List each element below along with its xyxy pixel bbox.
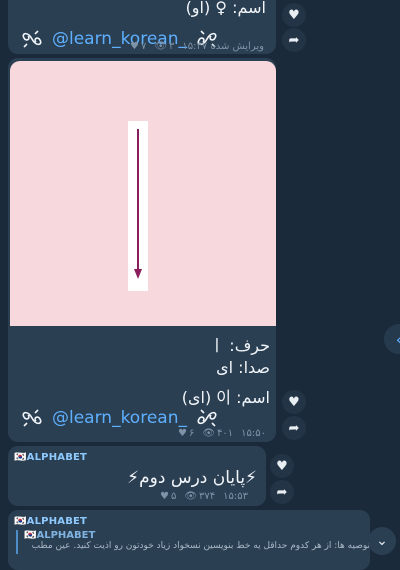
heart-icon: ♥ — [288, 7, 300, 23]
forward-button[interactable]: ➦ — [282, 416, 306, 440]
lesson-image[interactable] — [10, 61, 276, 326]
chevron-left-icon: ‹ — [396, 330, 400, 349]
heart-icon: ♥ — [288, 394, 300, 410]
likes-count: ♥ ۵ — [160, 491, 177, 502]
message-text: ⚡پایان درس دوم⚡ — [127, 468, 257, 488]
react-heart-button[interactable]: ♥ — [282, 3, 306, 27]
message-meta: ♥ ۷ 👁 ۳ ویرایش شده ۱۵:۴۷ — [130, 41, 264, 52]
sound-line: صدا: ای — [216, 358, 270, 377]
views-count: 👁 ۳۷۴ — [184, 491, 216, 502]
letter-line: حرف: ㅣ — [209, 336, 270, 355]
message-text: اسم: ♀ (او) — [185, 0, 266, 17]
message-time: ۱۵:۵۳ — [223, 491, 249, 502]
likes-count: ♥ ۶ — [178, 428, 195, 439]
likes-count: ♥ ۷ — [130, 41, 147, 52]
letter-stroke-card — [128, 121, 148, 291]
eye-icon: 👁 — [184, 491, 198, 502]
quote-text: توصیه ها: از هر کدوم حداقل یه خط بنویسین… — [31, 541, 370, 551]
views-count: 👁 ۳ — [154, 41, 175, 52]
message-time: ۱۵:۵۰ — [241, 428, 267, 439]
share-icon: ➦ — [288, 420, 300, 436]
forward-button[interactable]: ➦ — [282, 28, 306, 52]
heart-icon: ♥ — [178, 428, 187, 439]
heart-icon: ♥ — [160, 491, 169, 502]
flourish-icon — [22, 409, 42, 427]
heart-icon: ♥ — [276, 458, 288, 474]
scroll-down-button[interactable]: ⌄ — [368, 527, 396, 555]
views-count: 👁 ۴۰۱ — [202, 428, 234, 439]
message-meta: ♥ ۶ 👁 ۴۰۱ ۱۵:۵۰ — [178, 428, 266, 439]
flourish-icon — [22, 30, 42, 48]
signature-text[interactable]: @learn_korean_ — [52, 408, 187, 428]
react-heart-button[interactable]: ♥ — [282, 390, 306, 414]
react-heart-button[interactable]: ♥ — [270, 454, 294, 478]
share-icon: ➦ — [288, 32, 300, 48]
chevron-down-icon: ⌄ — [376, 533, 388, 549]
message-bubble-1: اسم: ♀ (او) @learn_korean_ ♥ ۷ 👁 ۳ ویرایش … — [8, 0, 276, 54]
channel-header[interactable]: 🇰🇷ALPHABET — [14, 452, 87, 463]
edited-time: ویرایش شده ۱۵:۴۷ — [182, 41, 264, 52]
quoted-message[interactable]: 🇰🇷ALPHABET توصیه ها: از هر کدوم حداقل یه… — [16, 530, 370, 554]
heart-icon: ♥ — [130, 41, 139, 52]
side-expand-button[interactable]: ‹ — [384, 324, 400, 354]
eye-icon: 👁 — [154, 41, 168, 52]
share-icon: ➦ — [276, 484, 288, 500]
eye-icon: 👁 — [202, 428, 216, 439]
quote-header: 🇰🇷ALPHABET — [24, 530, 96, 541]
stroke-arrow-icon — [134, 129, 142, 279]
channel-header[interactable]: 🇰🇷ALPHABET — [14, 516, 87, 527]
message-meta: ♥ ۵ 👁 ۳۷۴ ۱۵:۵۳ — [160, 491, 248, 502]
forward-button[interactable]: ➦ — [270, 480, 294, 504]
